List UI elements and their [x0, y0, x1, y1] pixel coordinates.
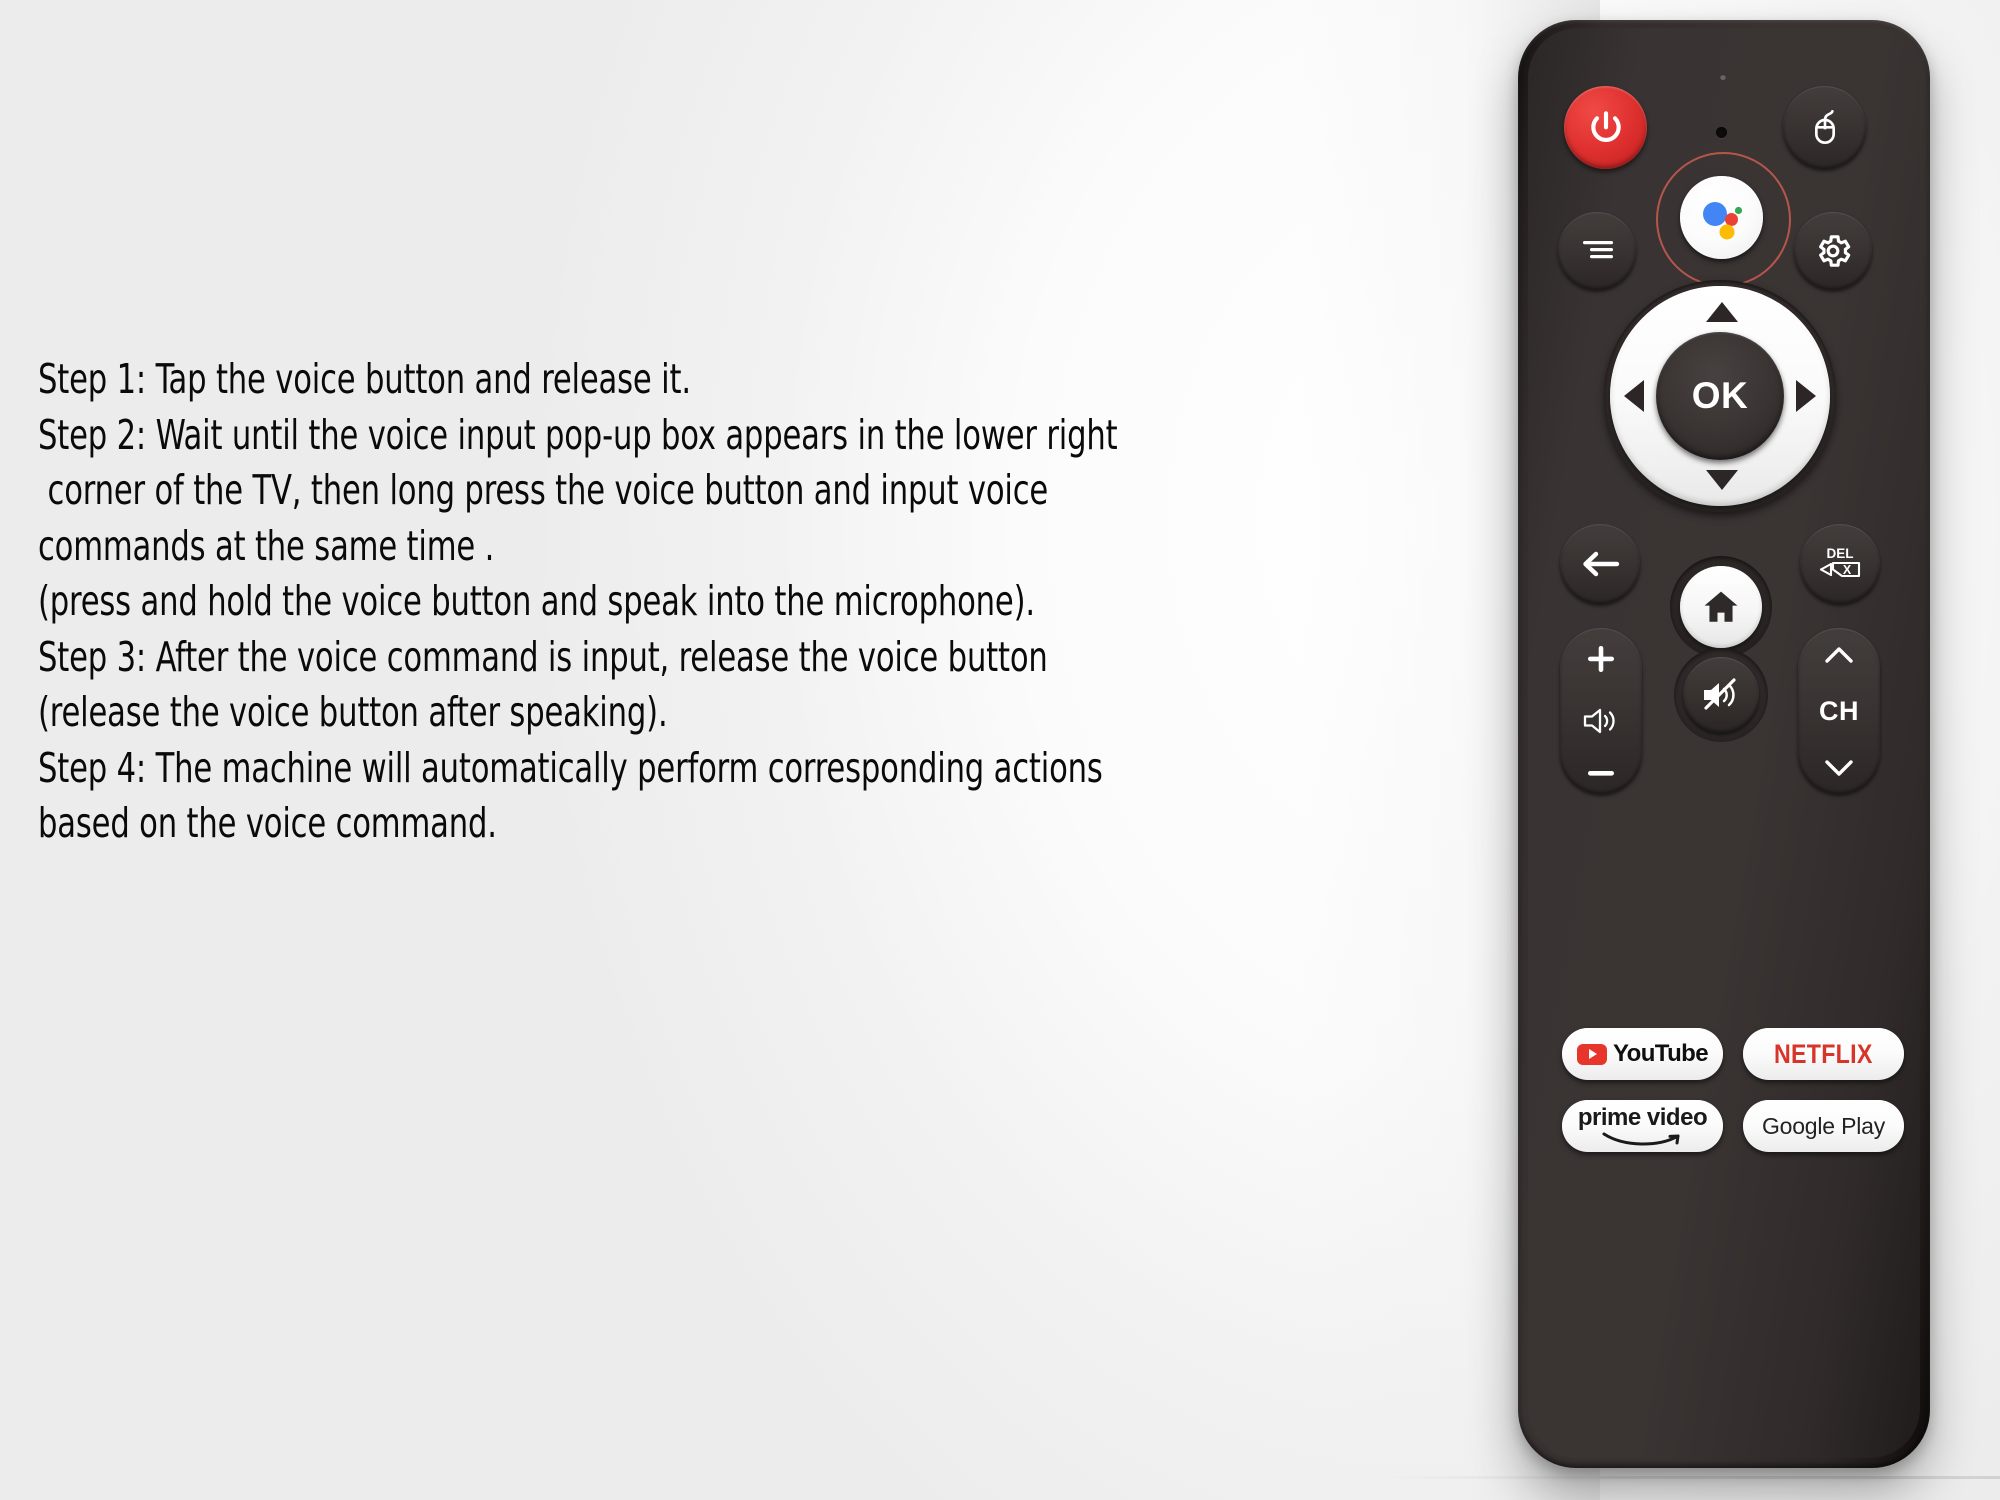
dpad-left-button[interactable]: [1624, 380, 1644, 412]
prime-video-button[interactable]: prime video: [1562, 1100, 1723, 1152]
google-play-label: Google Play: [1761, 1112, 1886, 1139]
dpad-up-button[interactable]: [1706, 302, 1738, 322]
mouse-button[interactable]: [1783, 86, 1866, 169]
settings-button[interactable]: [1794, 212, 1872, 290]
volume-down-icon: [1584, 766, 1618, 780]
volume-speaker-icon: [1581, 705, 1621, 737]
svg-text:X: X: [1843, 563, 1852, 577]
back-arrow-icon: [1579, 547, 1621, 581]
mouse-icon: [1806, 108, 1844, 148]
youtube-play-icon: [1577, 1043, 1608, 1065]
gear-icon: [1813, 231, 1853, 271]
mute-icon: [1700, 677, 1742, 713]
instructions-block: Step 1: Tap the voice button and release…: [38, 352, 1158, 852]
back-button[interactable]: [1560, 524, 1640, 604]
mute-button[interactable]: [1683, 657, 1759, 733]
youtube-label: YouTube: [1613, 1040, 1709, 1067]
microphone-pinhole: [1716, 127, 1727, 138]
power-icon: [1586, 108, 1626, 148]
instruction-line: commands at the same time .: [38, 521, 495, 570]
instruction-line: Step 2: Wait until the voice input pop-u…: [38, 410, 1118, 459]
google-assistant-icon: [1694, 190, 1750, 246]
home-icon: [1700, 586, 1742, 628]
netflix-label: NETFLIX: [1774, 1038, 1873, 1069]
dpad-right-button[interactable]: [1796, 380, 1816, 412]
ok-button[interactable]: OK: [1656, 332, 1784, 460]
svg-text:DEL: DEL: [1827, 546, 1854, 561]
menu-button[interactable]: [1558, 212, 1636, 290]
instruction-line: (release the voice button after speaking…: [38, 688, 668, 736]
power-button[interactable]: [1564, 86, 1647, 169]
instruction-line: based on the voice command.: [38, 799, 497, 847]
delete-button[interactable]: DEL X: [1800, 524, 1880, 604]
dpad-down-button[interactable]: [1706, 470, 1738, 490]
amazon-smile-icon: [1598, 1131, 1688, 1147]
google-assistant-voice-button[interactable]: [1680, 176, 1763, 259]
youtube-logo: YouTube: [1577, 1040, 1709, 1068]
ok-button-label: OK: [1691, 375, 1749, 416]
channel-up-icon: [1821, 643, 1857, 667]
background-baseline: [1380, 1476, 2000, 1479]
volume-up-icon: [1584, 642, 1618, 676]
delete-backspace-icon: DEL X: [1816, 543, 1864, 585]
prime-video-label: prime video: [1577, 1103, 1708, 1131]
instruction-line: (press and hold the voice button and spe…: [38, 577, 1035, 625]
ir-led-indicator: [1720, 74, 1726, 80]
instruction-line: Step 3: After the voice command is input…: [38, 632, 1048, 681]
channel-rocker[interactable]: CH: [1798, 628, 1880, 794]
netflix-button[interactable]: NETFLIX: [1743, 1028, 1904, 1080]
instruction-line: corner of the TV, then long press the vo…: [38, 466, 1049, 514]
home-button[interactable]: [1680, 566, 1762, 648]
menu-icon: [1577, 236, 1617, 266]
instruction-line: Step 4: The machine will automatically p…: [38, 743, 1103, 792]
google-play-button[interactable]: Google Play: [1743, 1100, 1904, 1152]
instruction-line: Step 1: Tap the voice button and release…: [38, 355, 691, 403]
prime-video-logo: prime video: [1577, 1103, 1708, 1147]
youtube-button[interactable]: YouTube: [1562, 1028, 1723, 1080]
channel-down-icon: [1821, 756, 1857, 780]
volume-rocker[interactable]: [1560, 628, 1642, 794]
remote-control: OK DEL X CH YouTube NETFLIX prime video …: [1518, 20, 1930, 1468]
channel-label: CH: [1819, 695, 1859, 726]
remote-face: OK DEL X CH YouTube NETFLIX prime video …: [1528, 28, 1920, 1458]
